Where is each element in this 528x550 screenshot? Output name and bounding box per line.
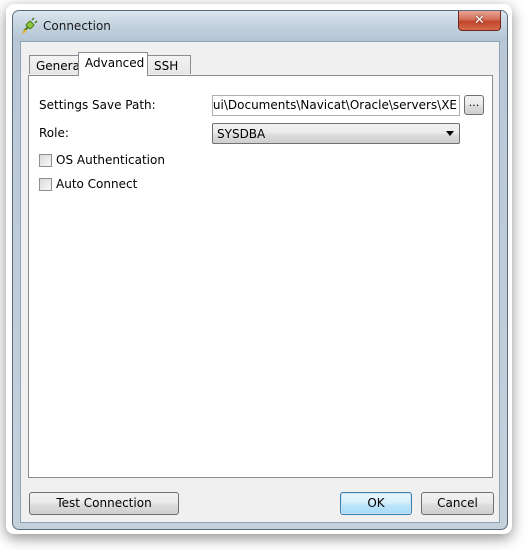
- tab-general[interactable]: General: [29, 55, 83, 74]
- tab-ssh[interactable]: SSH: [147, 55, 191, 74]
- close-icon: ✕: [474, 13, 485, 28]
- test-connection-button[interactable]: Test Connection: [29, 492, 179, 515]
- os-authentication-label[interactable]: OS Authentication: [56, 153, 165, 167]
- chevron-down-icon: [446, 131, 454, 136]
- tab-advanced[interactable]: Advanced: [78, 52, 148, 76]
- connection-plug-icon: [22, 17, 38, 34]
- role-select-value: SYSDBA: [217, 127, 266, 141]
- dialog-client-area: General Advanced SSH Settings Save Path:…: [20, 41, 500, 523]
- save-path-label: Settings Save Path:: [39, 98, 156, 112]
- role-select[interactable]: SYSDBA: [212, 123, 460, 144]
- cancel-button[interactable]: Cancel: [421, 492, 494, 515]
- title-bar[interactable]: Connection ✕: [13, 11, 507, 41]
- advanced-tab-panel: Settings Save Path: ers\Jui\Documents\Na…: [28, 75, 493, 478]
- connection-dialog: Connection ✕ General Advanced SSH Settin…: [12, 10, 508, 530]
- window-title: Connection: [43, 19, 111, 33]
- os-authentication-checkbox[interactable]: [39, 154, 52, 167]
- close-button[interactable]: ✕: [458, 11, 501, 31]
- role-label: Role:: [39, 126, 69, 140]
- save-path-input[interactable]: ers\Jui\Documents\Navicat\Oracle\servers…: [212, 95, 460, 116]
- save-path-value: ers\Jui\Documents\Navicat\Oracle\servers…: [212, 98, 457, 112]
- auto-connect-label[interactable]: Auto Connect: [56, 177, 137, 191]
- auto-connect-checkbox[interactable]: [39, 178, 52, 191]
- ok-button[interactable]: OK: [340, 492, 412, 515]
- browse-button[interactable]: ...: [464, 95, 484, 115]
